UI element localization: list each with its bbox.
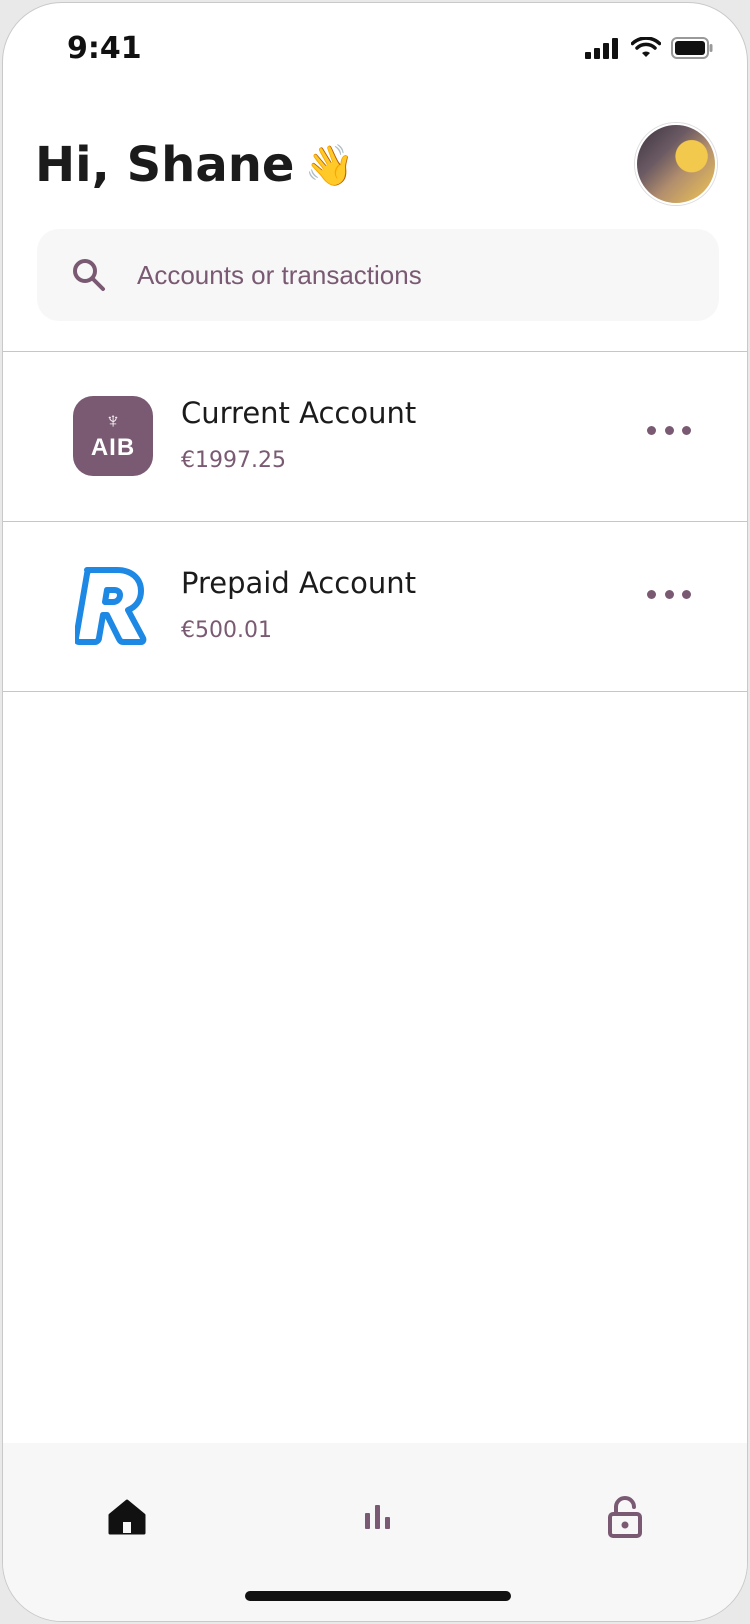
more-options-button[interactable] (647, 582, 691, 606)
bar-chart-icon (365, 1505, 390, 1529)
divider (3, 691, 747, 692)
search-input[interactable] (137, 259, 637, 291)
tab-home[interactable] (97, 1487, 157, 1547)
phone-screen: 9:41 Hi, Shane 👋 Accounts or transaction… (2, 2, 748, 1622)
search-icon (73, 259, 105, 291)
revolut-logo (73, 566, 153, 646)
account-balance: €1997.25 (181, 448, 286, 473)
battery-icon (671, 37, 713, 59)
home-icon (108, 1499, 146, 1535)
status-icons (585, 37, 713, 59)
aib-logo: ♆ AIB (73, 396, 153, 476)
dot-icon (682, 425, 691, 435)
bird-emblem-icon: ♆ (104, 408, 122, 433)
dot-icon (664, 425, 674, 435)
dot-icon (647, 425, 656, 435)
account-balance: €500.01 (181, 618, 272, 643)
home-indicator (245, 1591, 511, 1601)
account-row-prepaid[interactable]: Prepaid Account €500.01 (3, 522, 747, 690)
more-options-button[interactable] (647, 418, 691, 442)
wifi-icon (631, 37, 661, 57)
tab-security[interactable] (595, 1487, 655, 1547)
unlock-icon (608, 1496, 642, 1538)
dot-icon (682, 589, 691, 599)
search-bar[interactable] (37, 229, 719, 321)
dot-icon (647, 589, 656, 599)
tab-analytics[interactable] (348, 1487, 408, 1547)
account-name: Prepaid Account (181, 566, 417, 600)
cellular-signal-icon (585, 38, 618, 59)
account-name: Current Account (181, 396, 417, 430)
waving-hand-icon: 👋 (304, 142, 355, 189)
revolut-r-icon (75, 567, 147, 645)
account-row-current[interactable]: ♆ AIB Current Account €1997.25 (3, 352, 747, 520)
avatar[interactable] (635, 123, 717, 205)
greeting-text: Hi, Shane (35, 137, 295, 193)
tab-bar (3, 1443, 747, 1621)
page-title: Hi, Shane 👋 (35, 137, 354, 193)
status-time: 9:41 (67, 31, 142, 66)
status-bar: 9:41 (3, 3, 747, 95)
dot-icon (664, 589, 674, 599)
